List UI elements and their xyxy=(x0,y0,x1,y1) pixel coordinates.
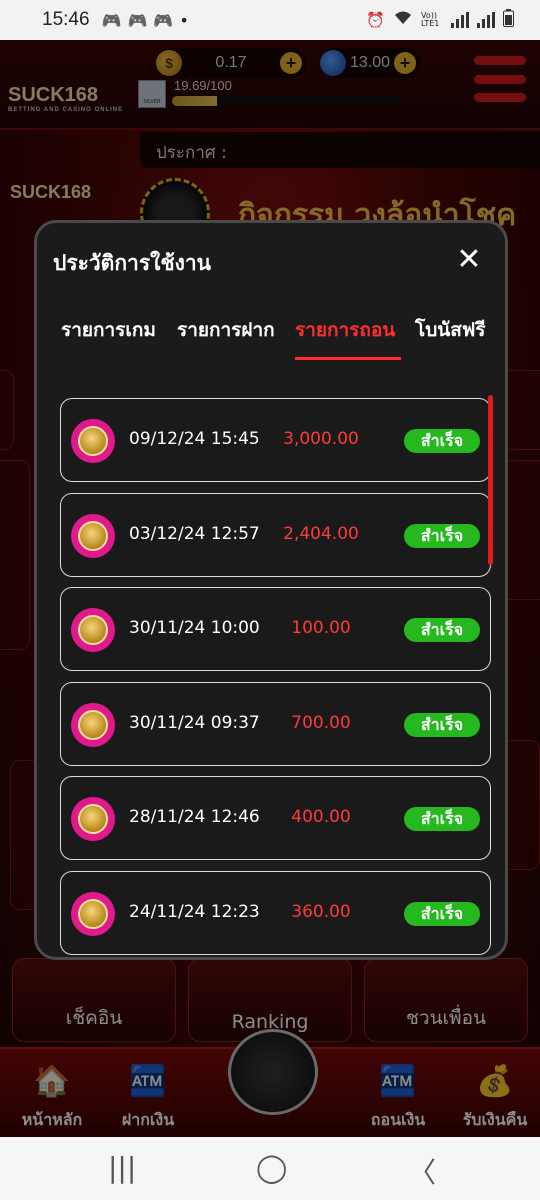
history-tabs: รายการเกม รายการฝาก รายการถอน โบนัสฟรี xyxy=(37,315,505,363)
wifi-icon xyxy=(393,10,413,30)
row-amount: 700.00 xyxy=(291,713,351,733)
status-badge: สำเร็จ xyxy=(404,902,480,926)
status-time: 15:46 xyxy=(42,9,90,30)
withdrawal-list[interactable]: 09/12/24 15:45 3,000.00 สำเร็จ 03/12/24 … xyxy=(57,395,493,955)
row-amount: 400.00 xyxy=(291,807,351,827)
system-nav-bar: ||| ◯ 〈 xyxy=(0,1137,540,1200)
signal-icon xyxy=(451,12,469,28)
tab-deposits[interactable]: รายการฝาก xyxy=(177,315,275,345)
volte-icon: Vo)) LTE1 xyxy=(421,11,440,28)
coin-badge-icon xyxy=(71,703,115,747)
notification-icons: 🎮 🎮 🎮 • xyxy=(102,11,189,30)
game-controller-icon: 🎮 xyxy=(153,10,174,30)
home-icon[interactable]: ◯ xyxy=(256,1151,287,1184)
list-item[interactable]: 28/11/24 12:46 400.00 สำเร็จ xyxy=(60,776,491,860)
list-item[interactable]: 30/11/24 10:00 100.00 สำเร็จ xyxy=(60,587,491,671)
status-badge: สำเร็จ xyxy=(404,807,480,831)
row-amount: 100.00 xyxy=(291,618,351,638)
coin-badge-icon xyxy=(71,892,115,936)
alarm-icon: ⏰ xyxy=(366,11,385,29)
status-badge: สำเร็จ xyxy=(404,618,480,642)
list-item[interactable]: 30/11/24 09:37 700.00 สำเร็จ xyxy=(60,682,491,766)
coin-badge-icon xyxy=(71,419,115,463)
tab-games[interactable]: รายการเกม xyxy=(61,315,156,345)
row-date: 30/11/24 10:00 xyxy=(129,618,260,638)
status-badge: สำเร็จ xyxy=(404,713,480,737)
row-date: 03/12/24 12:57 xyxy=(129,524,260,544)
status-badge: สำเร็จ xyxy=(404,429,480,453)
notification-dot: • xyxy=(179,10,189,30)
game-controller-icon: 🎮 xyxy=(101,10,122,30)
row-amount: 3,000.00 xyxy=(283,429,359,449)
row-amount: 2,404.00 xyxy=(283,524,359,544)
status-bar: 15:46 🎮 🎮 🎮 • ⏰ Vo)) LTE1 xyxy=(0,0,540,40)
list-item[interactable]: 09/12/24 15:45 3,000.00 สำเร็จ xyxy=(60,398,491,482)
scrollbar-thumb[interactable] xyxy=(488,395,493,565)
status-badge: สำเร็จ xyxy=(404,524,480,548)
row-date: 24/11/24 12:23 xyxy=(129,902,260,922)
coin-badge-icon xyxy=(71,608,115,652)
tab-withdrawals[interactable]: รายการถอน xyxy=(295,315,395,345)
active-tab-indicator xyxy=(295,357,401,360)
modal-title: ประวัติการใช้งาน xyxy=(53,251,212,275)
back-icon[interactable]: 〈 xyxy=(408,1151,436,1191)
close-icon[interactable]: ✕ xyxy=(453,245,485,277)
coin-badge-icon xyxy=(71,514,115,558)
history-modal: ประวัติการใช้งาน ✕ รายการเกม รายการฝาก ร… xyxy=(34,220,508,960)
list-item[interactable]: 03/12/24 12:57 2,404.00 สำเร็จ xyxy=(60,493,491,577)
row-amount: 360.00 xyxy=(291,902,351,922)
row-date: 30/11/24 09:37 xyxy=(129,713,260,733)
game-controller-icon: 🎮 xyxy=(127,10,148,30)
tab-free-bonus[interactable]: โบนัสฟรี xyxy=(415,315,486,345)
coin-badge-icon xyxy=(71,797,115,841)
status-right-icons: ⏰ Vo)) LTE1 xyxy=(366,9,514,31)
row-date: 09/12/24 15:45 xyxy=(129,429,260,449)
battery-icon xyxy=(503,9,514,31)
signal-icon xyxy=(477,12,495,28)
list-item[interactable]: 24/11/24 12:23 360.00 สำเร็จ xyxy=(60,871,491,955)
recents-icon[interactable]: ||| xyxy=(108,1151,136,1184)
row-date: 28/11/24 12:46 xyxy=(129,807,260,827)
